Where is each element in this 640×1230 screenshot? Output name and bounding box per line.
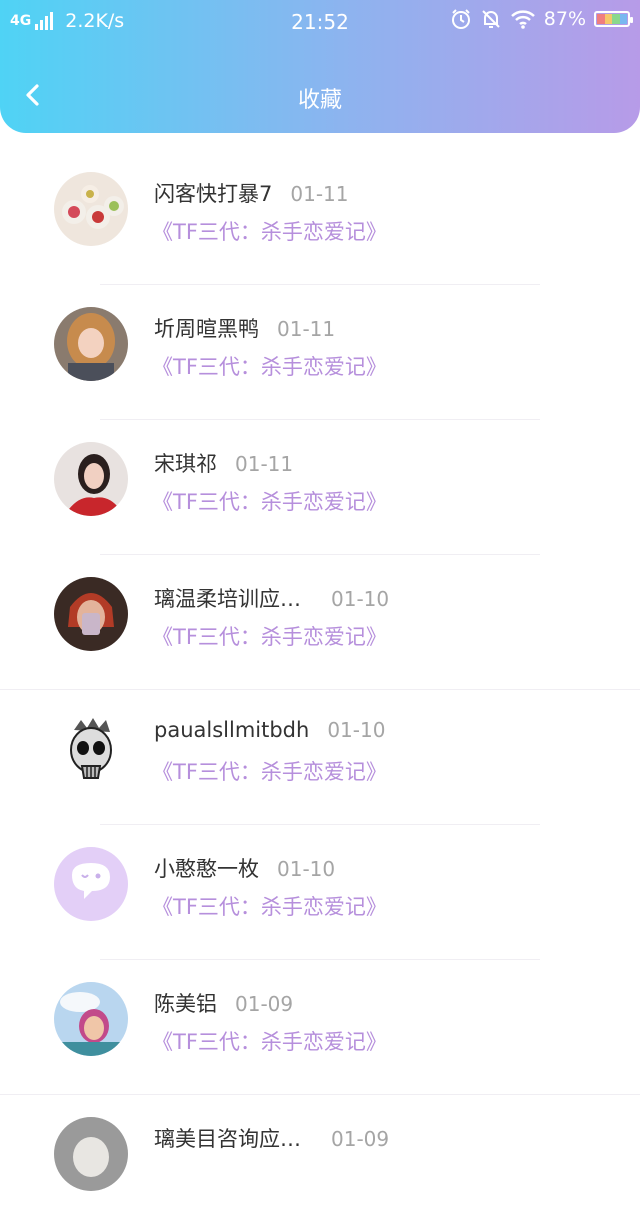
book-title[interactable]: 《TF三代：杀手恋爱记》	[152, 1026, 387, 1056]
book-title[interactable]: 《TF三代：杀手恋爱记》	[152, 756, 387, 786]
user-name: 璃美目咨询应…	[154, 1127, 301, 1151]
list-item[interactable]: 圻周暄黑鸭 01-11 《TF三代：杀手恋爱记》	[0, 285, 640, 420]
page-title: 收藏	[297, 88, 342, 113]
mute-bell-icon	[482, 10, 500, 28]
wifi-icon	[510, 10, 535, 29]
battery-icon	[594, 11, 633, 27]
list-item[interactable]: 璃温柔培训应… 01-10 《TF三代：杀手恋爱记》	[0, 555, 640, 690]
avatar[interactable]	[54, 577, 128, 651]
user-name: 陈美铝	[154, 992, 217, 1016]
user-name: 圻周暄黑鸭	[154, 317, 259, 341]
list-item[interactable]: 陈美铝 01-09 《TF三代：杀手恋爱记》	[0, 960, 640, 1095]
item-date: 01-10	[277, 857, 336, 881]
list-item[interactable]: 小憨憨一枚 01-10 《TF三代：杀手恋爱记》	[0, 825, 640, 960]
avatar[interactable]	[54, 442, 128, 516]
battery-percent: 87%	[543, 8, 586, 30]
item-date: 01-11	[277, 317, 336, 341]
user-name: 宋琪祁	[154, 452, 217, 476]
list-item[interactable]: 闪客快打暴7 01-11 《TF三代：杀手恋爱记》	[0, 150, 640, 285]
user-name: paualsllmitbdh	[154, 718, 310, 742]
book-title[interactable]: 《TF三代：杀手恋爱记》	[152, 216, 387, 246]
item-date: 01-10	[327, 718, 386, 742]
book-title[interactable]: 《TF三代：杀手恋爱记》	[152, 486, 387, 516]
book-title[interactable]: 《TF三代：杀手恋爱记》	[152, 621, 387, 651]
avatar[interactable]	[54, 847, 128, 921]
item-date: 01-09	[331, 1127, 390, 1151]
avatar[interactable]	[54, 982, 128, 1056]
book-title[interactable]: 《TF三代：杀手恋爱记》	[152, 891, 387, 921]
user-name: 小憨憨一枚	[154, 857, 259, 881]
list-item[interactable]: paualsllmitbdh 01-10 《TF三代：杀手恋爱记》	[0, 690, 640, 825]
status-bar: 4G 2.2K/s 21:52 87%	[0, 0, 640, 44]
alarm-icon	[451, 9, 470, 29]
list-item[interactable]: 璃美目咨询应… 01-09	[0, 1095, 640, 1230]
avatar[interactable]	[54, 1117, 128, 1191]
list-item[interactable]: 宋琪祁 01-11 《TF三代：杀手恋爱记》	[0, 420, 640, 555]
header-bar: 4G 2.2K/s 21:52 87% 收藏	[0, 0, 640, 133]
item-date: 01-11	[235, 452, 294, 476]
book-title[interactable]: 《TF三代：杀手恋爱记》	[152, 351, 387, 381]
favorites-list: 闪客快打暴7 01-11 《TF三代：杀手恋爱记》 圻周暄黑鸭 01-11 《T…	[0, 150, 640, 1230]
user-name: 闪客快打暴7	[154, 182, 273, 206]
avatar[interactable]	[54, 307, 128, 381]
avatar[interactable]	[54, 712, 128, 786]
item-date: 01-11	[290, 182, 349, 206]
item-date: 01-09	[235, 992, 294, 1016]
user-name: 璃温柔培训应…	[154, 587, 301, 611]
item-date: 01-10	[331, 587, 390, 611]
avatar[interactable]	[54, 172, 128, 246]
